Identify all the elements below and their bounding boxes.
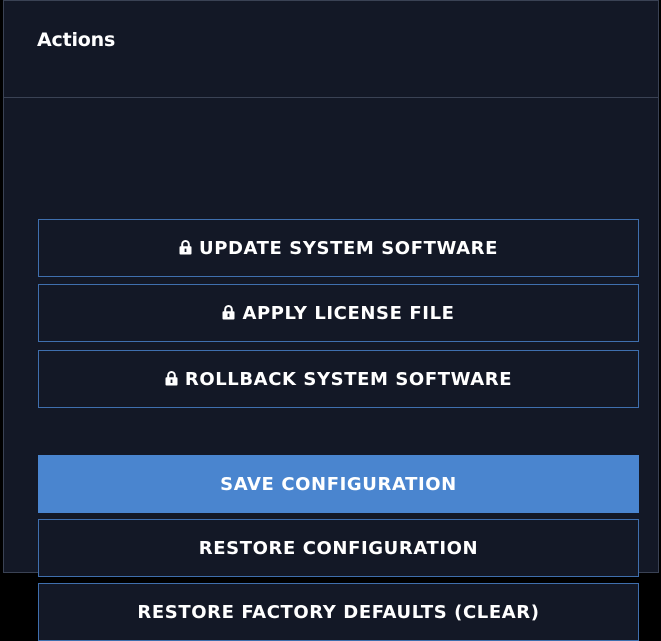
save-configuration-button[interactable]: SAVE CONFIGURATION (38, 455, 639, 513)
restore-configuration-label: RESTORE CONFIGURATION (198, 537, 479, 559)
apply-license-file-button[interactable]: APPLY LICENSE FILE (38, 284, 639, 342)
update-system-software-button[interactable]: UPDATE SYSTEM SOFTWARE (38, 219, 639, 277)
save-configuration-label: SAVE CONFIGURATION (220, 473, 457, 495)
lock-icon (222, 304, 235, 320)
panel-header: Actions (4, 1, 658, 98)
lock-icon (179, 239, 192, 255)
rollback-system-software-button[interactable]: ROLLBACK SYSTEM SOFTWARE (38, 350, 639, 408)
actions-panel: Actions UPDATE SYSTEM SOFTWARE APPLY LIC… (3, 0, 659, 641)
restore-factory-defaults-button[interactable]: RESTORE FACTORY DEFAULTS (CLEAR) (38, 583, 639, 641)
restore-configuration-button[interactable]: RESTORE CONFIGURATION (38, 519, 639, 577)
lock-icon (165, 370, 178, 386)
panel-title: Actions (37, 29, 116, 51)
restore-factory-defaults-label: RESTORE FACTORY DEFAULTS (CLEAR) (137, 601, 540, 623)
update-system-software-label: UPDATE SYSTEM SOFTWARE (198, 237, 498, 259)
rollback-system-software-label: ROLLBACK SYSTEM SOFTWARE (184, 368, 513, 390)
apply-license-file-label: APPLY LICENSE FILE (242, 302, 455, 324)
